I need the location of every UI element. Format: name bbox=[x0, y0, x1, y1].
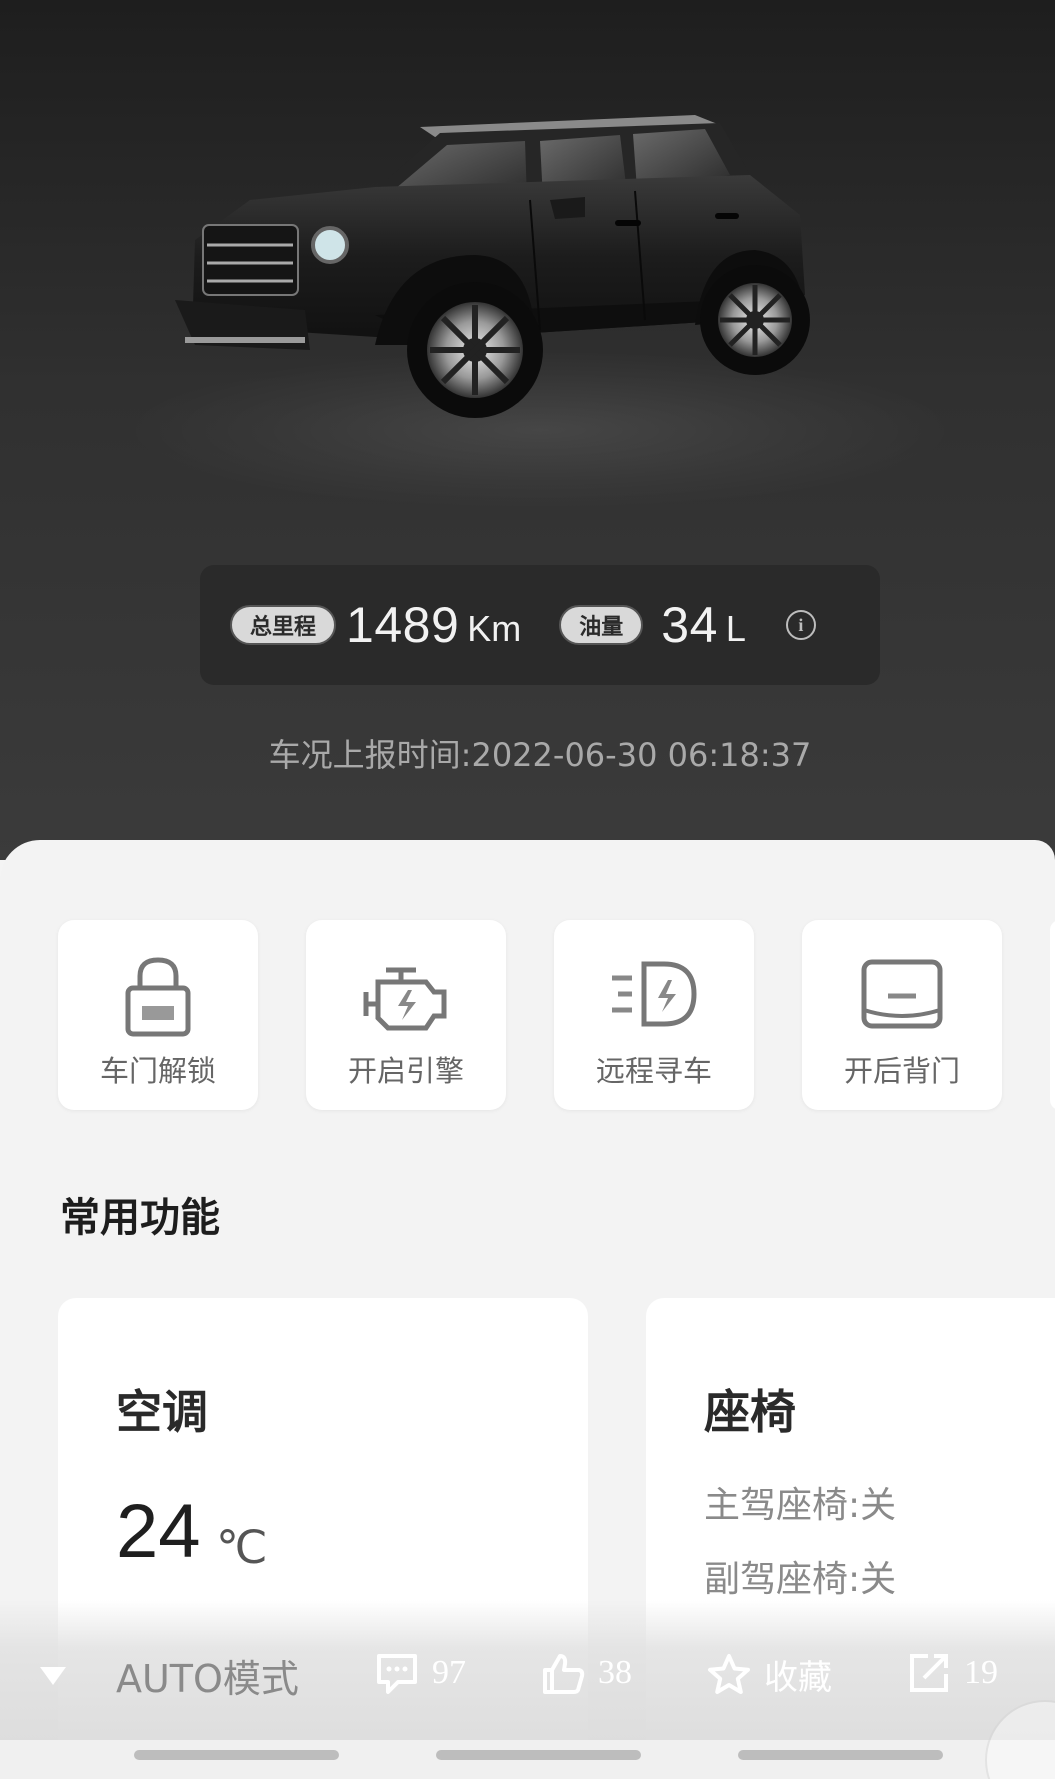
nav-indicator-center bbox=[436, 1750, 641, 1760]
quick-action-find-car[interactable]: 远程寻车 bbox=[554, 920, 754, 1110]
vehicle-stats: 总里程 1489 Km 油量 34 L i bbox=[200, 565, 880, 685]
vehicle-hero: 总里程 1489 Km 油量 34 L i 车况上报时间:2022-06-30 … bbox=[0, 0, 1055, 860]
nav-indicator-left bbox=[134, 1750, 339, 1760]
like-count: 38 bbox=[598, 1654, 632, 1691]
section-title: 常用功能 bbox=[60, 1195, 220, 1241]
quick-action-label: 开启引擎 bbox=[347, 1054, 464, 1088]
quick-action-tailgate[interactable]: 开后背门 bbox=[802, 920, 1002, 1110]
passenger-seat-status: 副驾座椅:关 bbox=[704, 1559, 897, 1600]
climate-mode-label: AUTO模式 bbox=[116, 1657, 299, 1701]
seat-title: 座椅 bbox=[704, 1385, 796, 1439]
quick-action-label: 远程寻车 bbox=[595, 1054, 712, 1088]
share-button[interactable]: 19 bbox=[906, 1650, 998, 1696]
collapse-triangle-icon[interactable] bbox=[40, 1666, 66, 1685]
climate-title: 空调 bbox=[116, 1385, 208, 1439]
mileage-value: 1489 bbox=[346, 597, 460, 653]
star-icon bbox=[708, 1653, 750, 1694]
quick-action-more[interactable] bbox=[1050, 920, 1055, 1110]
quick-action-unlock[interactable]: 车门解锁 bbox=[58, 920, 258, 1110]
fuel-unit: L bbox=[725, 608, 746, 649]
mileage-tag: 总里程 bbox=[230, 605, 337, 645]
thumbs-up-icon bbox=[543, 1654, 585, 1694]
favorite-label: 收藏 bbox=[764, 1658, 832, 1698]
mileage-unit: Km bbox=[467, 608, 522, 649]
share-count: 19 bbox=[964, 1654, 998, 1691]
comment-count: 97 bbox=[432, 1654, 466, 1691]
lock-icon bbox=[125, 957, 191, 1037]
favorite-button[interactable]: 收藏 bbox=[706, 1650, 832, 1699]
engine-icon bbox=[363, 967, 447, 1031]
climate-mode[interactable]: AUTO模式 bbox=[40, 1648, 299, 1703]
nav-indicator-right bbox=[738, 1750, 943, 1760]
quick-action-engine[interactable]: 开启引擎 bbox=[306, 920, 506, 1110]
report-time: 车况上报时间:2022-06-30 06:18:37 bbox=[268, 736, 812, 774]
headlight-icon bbox=[612, 961, 697, 1027]
comment-icon bbox=[377, 1654, 417, 1694]
fuel-value: 34 bbox=[661, 597, 718, 653]
car-image[interactable] bbox=[175, 105, 915, 485]
temperature-value: 24 bbox=[116, 1489, 201, 1574]
info-icon[interactable]: i bbox=[785, 610, 816, 640]
like-button[interactable]: 38 bbox=[540, 1650, 632, 1696]
temperature-unit: ℃ bbox=[216, 1521, 268, 1573]
quick-action-label: 开后背门 bbox=[843, 1054, 960, 1088]
comment-button[interactable]: 97 bbox=[374, 1650, 466, 1696]
fuel-tag: 油量 bbox=[559, 605, 644, 645]
quick-action-label: 车门解锁 bbox=[99, 1054, 216, 1088]
share-icon bbox=[910, 1654, 948, 1692]
driver-seat-status: 主驾座椅:关 bbox=[704, 1485, 897, 1526]
tailgate-icon bbox=[861, 959, 943, 1029]
